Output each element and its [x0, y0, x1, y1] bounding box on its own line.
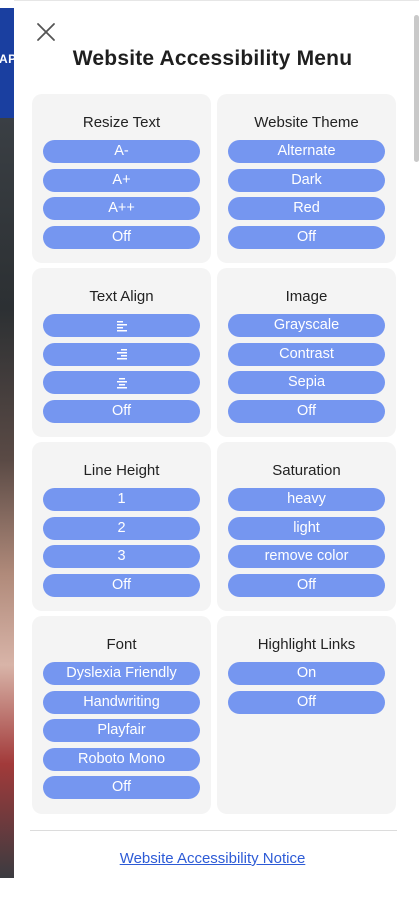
image-off-button[interactable]: Off [228, 399, 385, 423]
close-button[interactable] [35, 21, 57, 43]
website-theme-title: Website Theme [254, 114, 359, 131]
background-top [0, 0, 14, 8]
align-left-icon [116, 320, 127, 331]
align-center-button[interactable] [43, 371, 200, 395]
increase-text-button[interactable]: A+ [43, 168, 200, 192]
image-title: Image [285, 288, 328, 305]
theme-off-button[interactable]: Off [228, 225, 385, 249]
background-page: AP [0, 0, 14, 909]
background-header: AP [0, 8, 14, 118]
font-title: Font [106, 636, 137, 653]
theme-dark-button[interactable]: Dark [228, 168, 385, 192]
accessibility-notice-link[interactable]: Website Accessibility Notice [14, 850, 411, 867]
decrease-text-button[interactable]: A- [43, 140, 200, 163]
accessibility-panel: Website Accessibility Menu Resize Text A… [14, 0, 419, 909]
font-off-button[interactable]: Off [43, 776, 200, 800]
scrollbar[interactable] [414, 15, 419, 162]
saturation-card: Saturation heavy light remove color Off [217, 442, 396, 611]
highlight-links-card: Highlight Links On Off [217, 616, 396, 814]
line-height-1-button[interactable]: 1 [43, 488, 200, 511]
align-center-icon [116, 377, 127, 389]
highlight-links-title: Highlight Links [257, 636, 356, 653]
options-grid: Resize Text A- A+ A++ Off Website Theme … [32, 94, 396, 814]
saturation-heavy-button[interactable]: heavy [228, 488, 385, 511]
background-photo [0, 118, 14, 878]
highlight-links-off-button[interactable]: Off [228, 690, 385, 714]
image-sepia-button[interactable]: Sepia [228, 371, 385, 395]
highlight-links-on-button[interactable]: On [228, 662, 385, 685]
divider [30, 830, 397, 831]
image-grayscale-button[interactable]: Grayscale [228, 314, 385, 337]
image-contrast-button[interactable]: Contrast [228, 342, 385, 366]
theme-alternate-button[interactable]: Alternate [228, 140, 385, 163]
background-footer [0, 878, 14, 909]
line-height-card: Line Height 1 2 3 Off [32, 442, 211, 611]
line-height-3-button[interactable]: 3 [43, 545, 200, 569]
resize-text-title: Resize Text [82, 114, 161, 131]
text-align-title: Text Align [89, 288, 154, 305]
font-handwriting-button[interactable]: Handwriting [43, 690, 200, 714]
align-right-icon [116, 349, 127, 360]
align-left-button[interactable] [43, 314, 200, 337]
font-dyslexia-button[interactable]: Dyslexia Friendly [43, 662, 200, 685]
close-icon [37, 23, 55, 41]
font-card: Font Dyslexia Friendly Handwriting Playf… [32, 616, 211, 814]
resize-text-card: Resize Text A- A+ A++ Off [32, 94, 211, 263]
line-height-off-button[interactable]: Off [43, 573, 200, 597]
saturation-title: Saturation [272, 462, 341, 479]
image-card: Image Grayscale Contrast Sepia Off [217, 268, 396, 437]
saturation-light-button[interactable]: light [228, 516, 385, 540]
font-roboto-mono-button[interactable]: Roboto Mono [43, 747, 200, 771]
text-align-off-button[interactable]: Off [43, 399, 200, 423]
theme-red-button[interactable]: Red [228, 197, 385, 221]
background-header-text: AP [0, 52, 14, 66]
text-align-card: Text Align Off [32, 268, 211, 437]
font-playfair-button[interactable]: Playfair [43, 719, 200, 743]
resize-text-off-button[interactable]: Off [43, 225, 200, 249]
line-height-2-button[interactable]: 2 [43, 516, 200, 540]
align-right-button[interactable] [43, 342, 200, 366]
saturation-remove-color-button[interactable]: remove color [228, 545, 385, 569]
panel-title: Website Accessibility Menu [72, 47, 353, 70]
saturation-off-button[interactable]: Off [228, 573, 385, 597]
line-height-title: Line Height [83, 462, 160, 479]
website-theme-card: Website Theme Alternate Dark Red Off [217, 94, 396, 263]
increase-text-more-button[interactable]: A++ [43, 197, 200, 221]
